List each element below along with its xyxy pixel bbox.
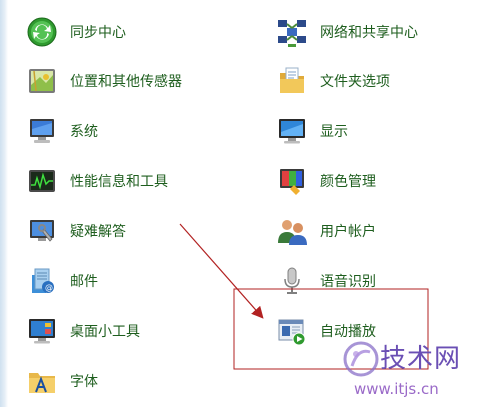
cp-item-label: 语音识别 <box>320 274 376 290</box>
troubleshooting-icon <box>30 220 54 242</box>
system-icon <box>30 119 54 143</box>
cp-item-label: 颜色管理 <box>320 174 376 190</box>
mail-icon: @ <box>32 268 54 293</box>
cp-item-desktop-gadgets[interactable]: 桌面小工具 <box>26 311 140 351</box>
user-accounts-icon <box>278 220 307 245</box>
watermark-name: 技术网 <box>380 344 462 374</box>
color-management-icon <box>280 169 304 195</box>
left-sidebar-edge <box>0 0 8 407</box>
cp-item-system[interactable]: 系统 <box>26 111 98 151</box>
cp-item-label: 同步中心 <box>70 25 126 41</box>
cp-item-label: 系统 <box>70 124 98 140</box>
cp-item-label: 疑难解答 <box>70 224 126 240</box>
watermark: 技术网 www.itjs.cn <box>342 336 487 404</box>
cp-item-fonts[interactable]: 字体 <box>26 361 98 401</box>
watermark-logo-icon <box>343 341 379 377</box>
svg-text:@: @ <box>45 283 53 292</box>
cp-item-label: 位置和其他传感器 <box>70 74 182 90</box>
cp-item-label: 用户帐户 <box>320 224 376 240</box>
cp-item-display[interactable]: 显示 <box>276 111 348 151</box>
autoplay-icon <box>278 319 306 346</box>
cp-item-performance[interactable]: 性能信息和工具 <box>26 161 168 201</box>
cp-item-location-sensors[interactable]: 位置和其他传感器 <box>26 61 182 101</box>
cp-item-label: 邮件 <box>70 274 98 290</box>
speech-recognition-icon <box>284 267 300 294</box>
cp-item-troubleshooting[interactable]: 疑难解答 <box>26 211 126 251</box>
display-icon <box>279 119 305 144</box>
cp-item-label: 网络和共享中心 <box>320 25 418 41</box>
cp-item-color-management[interactable]: 颜色管理 <box>276 161 376 201</box>
cp-item-label: 字体 <box>70 374 98 390</box>
desktop-gadgets-icon <box>29 319 55 344</box>
location-sensors-icon <box>29 69 55 93</box>
cp-item-sync-center[interactable]: 同步中心 <box>26 12 126 52</box>
cp-item-speech-recognition[interactable]: 语音识别 <box>276 261 376 301</box>
cp-item-label: 性能信息和工具 <box>70 174 168 190</box>
network-sharing-icon <box>278 20 306 47</box>
cp-item-user-accounts[interactable]: 用户帐户 <box>276 211 376 251</box>
cp-item-label: 文件夹选项 <box>320 74 390 90</box>
performance-icon <box>29 170 55 192</box>
cp-item-mail[interactable]: @ 邮件 <box>26 261 98 301</box>
cp-item-label: 桌面小工具 <box>70 324 140 340</box>
fonts-icon <box>29 373 55 393</box>
watermark-url: www.itjs.cn <box>354 380 439 398</box>
cp-item-network-sharing[interactable]: 网络和共享中心 <box>276 12 418 52</box>
cp-item-folder-options[interactable]: 文件夹选项 <box>276 61 390 101</box>
sync-center-icon <box>27 17 57 47</box>
folder-options-icon <box>280 67 304 93</box>
cp-item-label: 显示 <box>320 124 348 140</box>
annotation-arrow <box>179 223 264 319</box>
